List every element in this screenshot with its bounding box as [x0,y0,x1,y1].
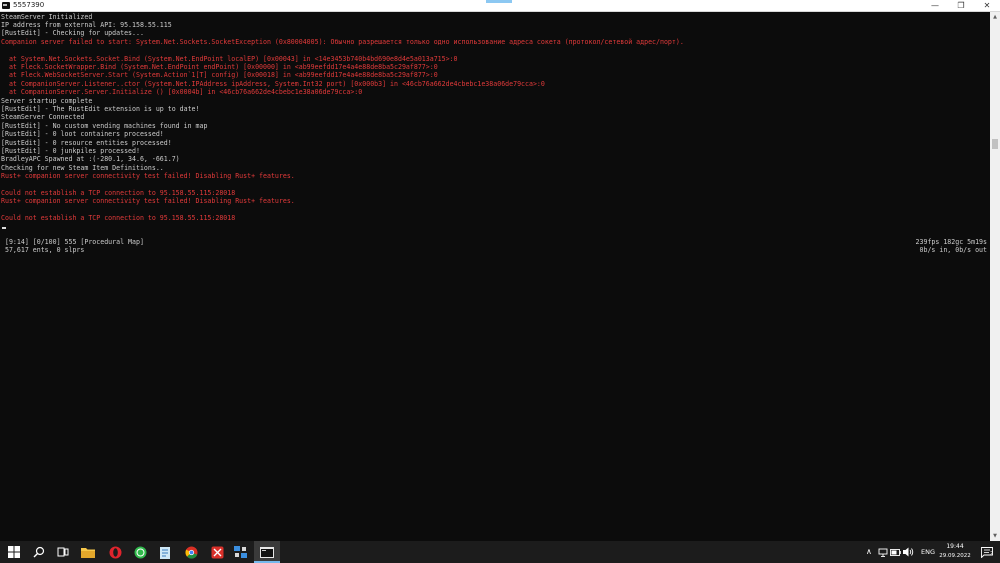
search-icon[interactable] [31,544,47,560]
console-line: Companion server failed to start: System… [1,37,684,46]
taskbar: ∧ ENG 19:44 29.09.2022 2 [0,541,1000,563]
volume-icon[interactable] [903,544,914,560]
windows-start-icon[interactable] [6,544,22,560]
scroll-down-button[interactable]: ▼ [990,531,1000,541]
puzzle-game-icon[interactable] [209,544,225,560]
console-taskbar-icon[interactable] [259,544,275,560]
status-entity-count: 57,617 ents, 0 slprs [1,246,85,254]
console-line: Could not establish a TCP connection to … [1,214,236,223]
maximize-button[interactable]: ❐ [948,0,974,11]
console-line: Rust+ companion server connectivity test… [1,197,295,206]
clock-date[interactable]: 29.09.2022 [938,552,972,560]
status-network: 0b/s in, 0b/s out [919,246,988,254]
close-button[interactable]: ✕ [974,0,1000,11]
clock-time[interactable]: 19:44 [944,543,966,551]
console-output[interactable]: SteamServer Initialized IP address from e… [0,12,990,541]
whatsapp-icon[interactable] [132,544,148,560]
battery-icon[interactable] [890,544,901,560]
chrome-browser-icon[interactable] [183,544,199,560]
language-indicator[interactable]: ENG [921,547,935,557]
selection-marker [486,0,512,3]
window-title: 5557390 [13,1,45,9]
console-cursor [2,227,6,229]
minimize-button[interactable]: — [922,0,948,11]
network-icon[interactable] [877,544,888,560]
scroll-up-button[interactable]: ▲ [990,12,1000,22]
console-app-icon [2,2,10,9]
vertical-scrollbar[interactable]: ▲ ▼ [990,12,1000,541]
scrollbar-thumb[interactable] [992,139,998,149]
console-line: Rust+ companion server connectivity test… [1,172,295,181]
opera-browser-icon[interactable] [107,544,123,560]
tray-overflow-chevron[interactable]: ∧ [866,547,872,557]
notification-count-badge: 2 [990,551,994,557]
task-view-icon[interactable] [55,544,71,560]
window-title-bar[interactable]: 5557390 — ❐ ✕ [0,0,1000,12]
remote-desktop-icon[interactable] [233,544,249,560]
notepad-icon[interactable] [157,544,173,560]
file-explorer-icon[interactable] [80,544,96,560]
